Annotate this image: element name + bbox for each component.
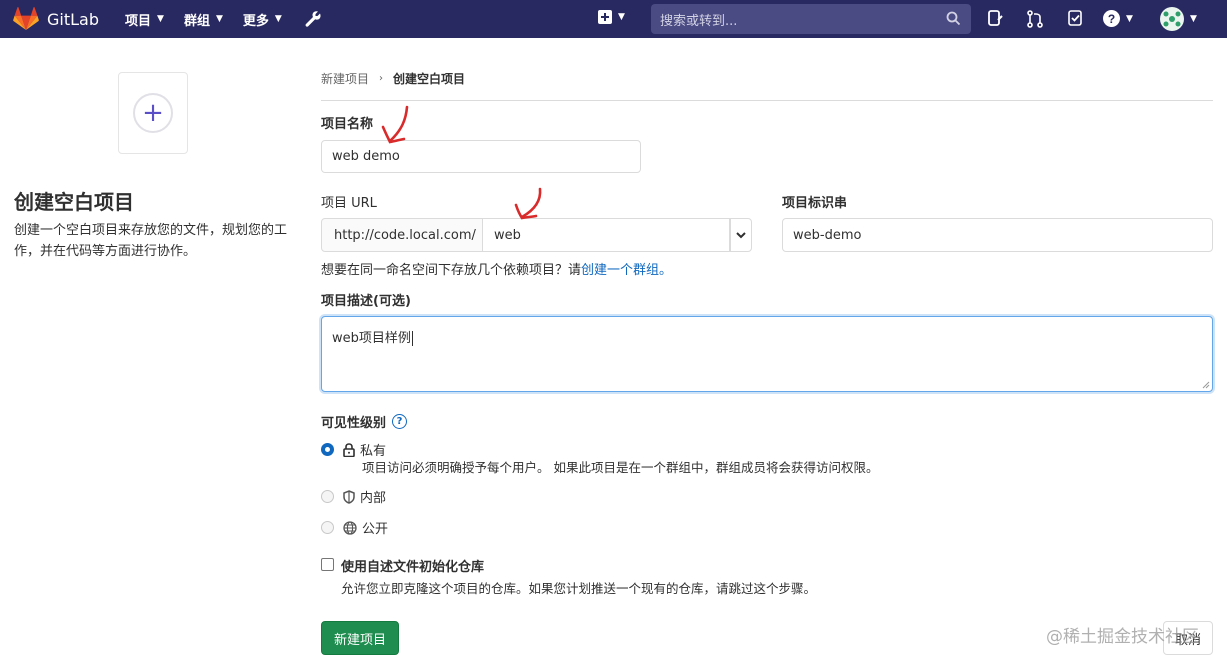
init-readme-description: 允许您立即克隆这个项目的仓库。如果您计划推送一个现有的仓库，请跳过这个步骤。	[341, 581, 817, 596]
nav-groups-label: 群组	[183, 13, 210, 29]
init-readme-label[interactable]: 使用自述文件初始化仓库	[341, 556, 484, 575]
help-dropdown[interactable]: ? ▼	[1103, 10, 1133, 27]
gitlab-fox-icon	[13, 7, 39, 30]
visibility-internal-option[interactable]: 内部	[343, 487, 386, 506]
chevron-right-icon: ›	[379, 73, 384, 84]
merge-request-icon[interactable]	[1027, 10, 1043, 28]
lock-icon	[343, 442, 355, 457]
breadcrumb-new-project[interactable]: 新建项目	[321, 70, 369, 87]
project-url-label: 项目 URL	[321, 196, 377, 211]
namespace-select-toggle[interactable]	[730, 218, 752, 252]
chevron-down-icon	[736, 231, 746, 238]
brand-name: GitLab	[47, 9, 99, 29]
chevron-down-icon: ▼	[1190, 14, 1197, 24]
project-description-value: web项目样例	[332, 331, 411, 346]
init-readme-checkbox[interactable]	[321, 558, 334, 571]
admin-wrench-icon[interactable]	[304, 10, 322, 28]
visibility-internal-radio[interactable]	[321, 490, 334, 503]
project-description-label: 项目描述(可选)	[321, 294, 411, 309]
project-slug-input[interactable]: web-demo	[782, 218, 1213, 252]
search-icon	[946, 11, 961, 26]
user-avatar-icon	[1160, 7, 1184, 31]
nav-groups-menu[interactable]: 群组 ▼	[184, 10, 223, 29]
create-group-link[interactable]: 创建一个群组。	[581, 263, 672, 278]
resize-grip-icon[interactable]	[1202, 381, 1210, 389]
chevron-down-icon: ▼	[157, 14, 164, 24]
visibility-internal-label: 内部	[360, 491, 387, 506]
group-help-text: 想要在同一命名空间下存放几个依赖项目？请创建一个群组。	[321, 259, 672, 278]
project-name-label: 项目名称	[321, 117, 374, 132]
visibility-private-description: 项目访问必须明确授予每个用户。 如果此项目是在一个群组中，群组成员将会获得访问权…	[362, 460, 879, 475]
svg-text:?: ?	[1108, 12, 1115, 26]
visibility-label: 可见性级别	[321, 416, 387, 431]
search-input[interactable]: 搜索或转到...	[651, 4, 971, 34]
nav-more-label: 更多	[242, 13, 269, 29]
breadcrumb-current: 创建空白项目	[393, 72, 466, 86]
project-name-input[interactable]: web demo	[321, 140, 641, 173]
annotation-arrow-icon	[514, 187, 542, 220]
question-circle-icon: ?	[1103, 10, 1120, 27]
visibility-public-radio[interactable]	[321, 521, 334, 534]
divider	[321, 100, 1213, 101]
issues-icon[interactable]	[988, 10, 1004, 27]
breadcrumb: 新建项目 › 创建空白项目	[321, 70, 465, 87]
project-slug-label: 项目标识串	[782, 196, 848, 211]
visibility-public-label: 公开	[362, 522, 389, 537]
visibility-section-title: 可见性级别 ?	[321, 412, 408, 431]
sidebar-description: 创建一个空白项目来存放您的文件，规划您的工作，并在代码等方面进行协作。	[14, 223, 288, 259]
project-slug-value: web-demo	[793, 227, 862, 243]
question-circle-icon[interactable]: ?	[392, 414, 408, 429]
new-item-dropdown[interactable]: ▼	[598, 10, 625, 24]
visibility-public-option[interactable]: 公开	[343, 518, 388, 537]
todo-checkbox-icon[interactable]	[1068, 10, 1083, 26]
sidebar-title: 创建空白项目	[14, 190, 134, 214]
create-project-button[interactable]: 新建项目	[321, 621, 399, 655]
chevron-down-icon: ▼	[618, 12, 625, 22]
project-description-textarea[interactable]: web项目样例	[321, 316, 1213, 392]
group-help-prefix: 想要在同一命名空间下存放几个依赖项目？请	[321, 263, 582, 278]
user-menu[interactable]: ▼	[1160, 7, 1197, 31]
nav-projects-menu[interactable]: 项目 ▼	[125, 10, 164, 29]
text-cursor	[411, 331, 413, 346]
gitlab-logo[interactable]: GitLab	[13, 7, 99, 31]
chevron-down-icon: ▼	[1126, 13, 1133, 24]
plus-square-icon	[598, 10, 612, 24]
top-navbar: GitLab 项目 ▼ 群组 ▼ 更多 ▼ ▼ 搜索或转到... ? ▼ ▼	[0, 0, 1227, 38]
annotation-arrow-icon	[381, 105, 409, 144]
chevron-down-icon: ▼	[215, 14, 223, 24]
project-namespace-value: web	[494, 227, 521, 243]
globe-icon	[343, 520, 357, 535]
project-avatar-placeholder: +	[118, 72, 188, 154]
project-name-value: web demo	[332, 149, 400, 164]
shield-icon	[343, 489, 355, 504]
nav-projects-label: 项目	[125, 13, 152, 29]
visibility-private-radio[interactable]	[321, 443, 334, 456]
watermark: @稀土掘金技术社区	[1046, 627, 1199, 647]
chevron-down-icon: ▼	[274, 14, 282, 24]
plus-icon: +	[133, 93, 173, 133]
project-url-prefix: http://code.local.com/	[321, 218, 483, 252]
nav-more-menu[interactable]: 更多 ▼	[243, 10, 282, 29]
search-placeholder: 搜索或转到...	[660, 13, 738, 29]
